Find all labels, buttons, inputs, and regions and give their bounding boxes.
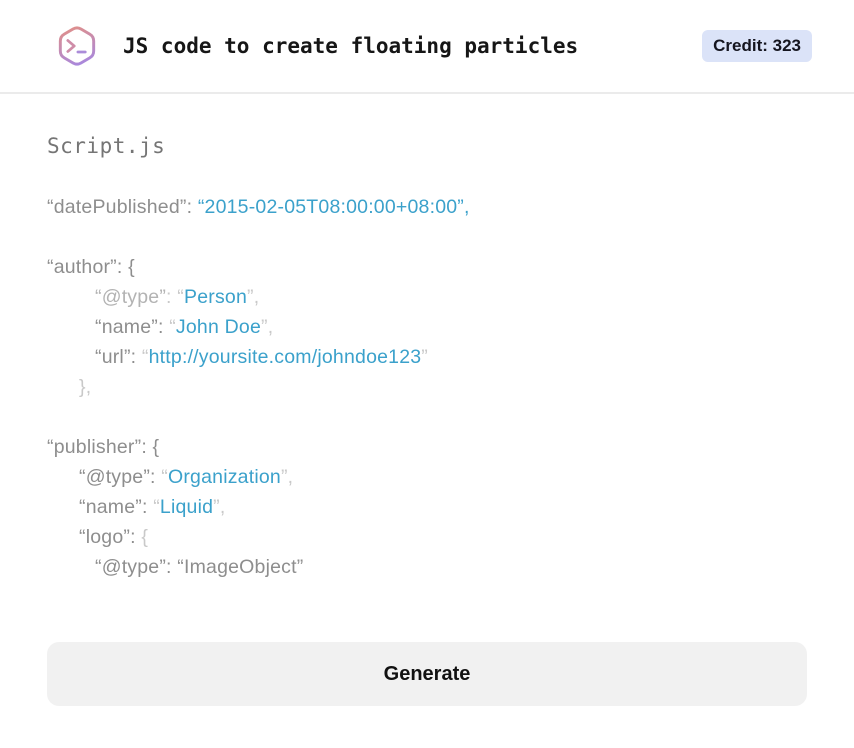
code-segment: “@type” — [79, 466, 151, 488]
code-segment: “name” — [79, 496, 142, 518]
code-segment: : — [130, 526, 142, 548]
code-segment: “logo” — [79, 526, 131, 548]
code-segment: : — [150, 466, 162, 488]
code-line: “datePublished”: “2015-02-05T08:00:00+08… — [47, 192, 807, 222]
code-segment: : — [186, 196, 198, 218]
code-segment: “ — [141, 346, 149, 368]
file-title: Script.js — [47, 134, 166, 158]
code-line: “@type”: “Organization”, — [47, 462, 807, 492]
page-title: JS code to create floating particles — [123, 34, 579, 58]
code-segment: “publisher”: { — [47, 436, 160, 458]
code-segment: “ — [161, 466, 168, 488]
credit-badge: Credit: 323 — [702, 29, 812, 63]
code-segment: “2015-02-05T08:00:00+08:00”, — [197, 196, 470, 218]
code-segment: Liquid — [159, 496, 214, 518]
code-line: “@type”: “Person”, — [47, 282, 807, 312]
code-line: “url”: “http://yoursite.com/johndoe123” — [47, 342, 807, 372]
code-segment: : — [166, 286, 178, 308]
code-line: “logo”: { — [47, 522, 807, 552]
app-header: JS code to create floating particles Cre… — [0, 0, 854, 94]
code-segment: http://yoursite.com/johndoe123 — [148, 346, 422, 368]
code-segment: Organization — [168, 466, 281, 488]
main-content: Script.js “datePublished”: “2015-02-05T0… — [0, 134, 854, 706]
code-segment: ”, — [247, 286, 260, 308]
code-segment: ”, — [280, 466, 294, 488]
code-segment: : — [157, 316, 170, 338]
code-segment: “@type” — [95, 286, 167, 308]
code-segment: “ — [169, 316, 176, 338]
code-segment: : — [130, 346, 142, 368]
code-line: “name”: “John Doe”, — [47, 312, 807, 342]
code-segment: “author”: { — [47, 256, 135, 278]
code-segment: “@type”: “ImageObject” — [95, 556, 304, 578]
code-line: “@type”: “ImageObject” — [47, 552, 807, 582]
code-segment: Person — [184, 286, 247, 308]
code-segment: “name” — [95, 316, 158, 338]
code-segment: ” — [421, 346, 428, 368]
code-segment: { — [141, 526, 149, 548]
code-segment: “datePublished” — [47, 196, 187, 218]
code-line: “author”: { — [47, 252, 807, 282]
code-segment: : — [141, 496, 154, 518]
code-line: }, — [47, 372, 807, 402]
code-block: “datePublished”: “2015-02-05T08:00:00+08… — [47, 192, 807, 582]
code-segment: }, — [79, 376, 92, 398]
code-line: “publisher”: { — [47, 432, 807, 462]
generate-button[interactable]: Generate — [47, 642, 807, 706]
code-line: “name”: “Liquid”, — [47, 492, 807, 522]
code-segment: “ — [177, 286, 184, 308]
code-segment: “ — [153, 496, 160, 518]
code-segment: ”, — [213, 496, 226, 518]
terminal-hexagon-icon — [55, 21, 99, 71]
code-segment: “url” — [95, 346, 131, 368]
code-segment: John Doe — [175, 316, 261, 338]
code-segment: ”, — [261, 316, 274, 338]
